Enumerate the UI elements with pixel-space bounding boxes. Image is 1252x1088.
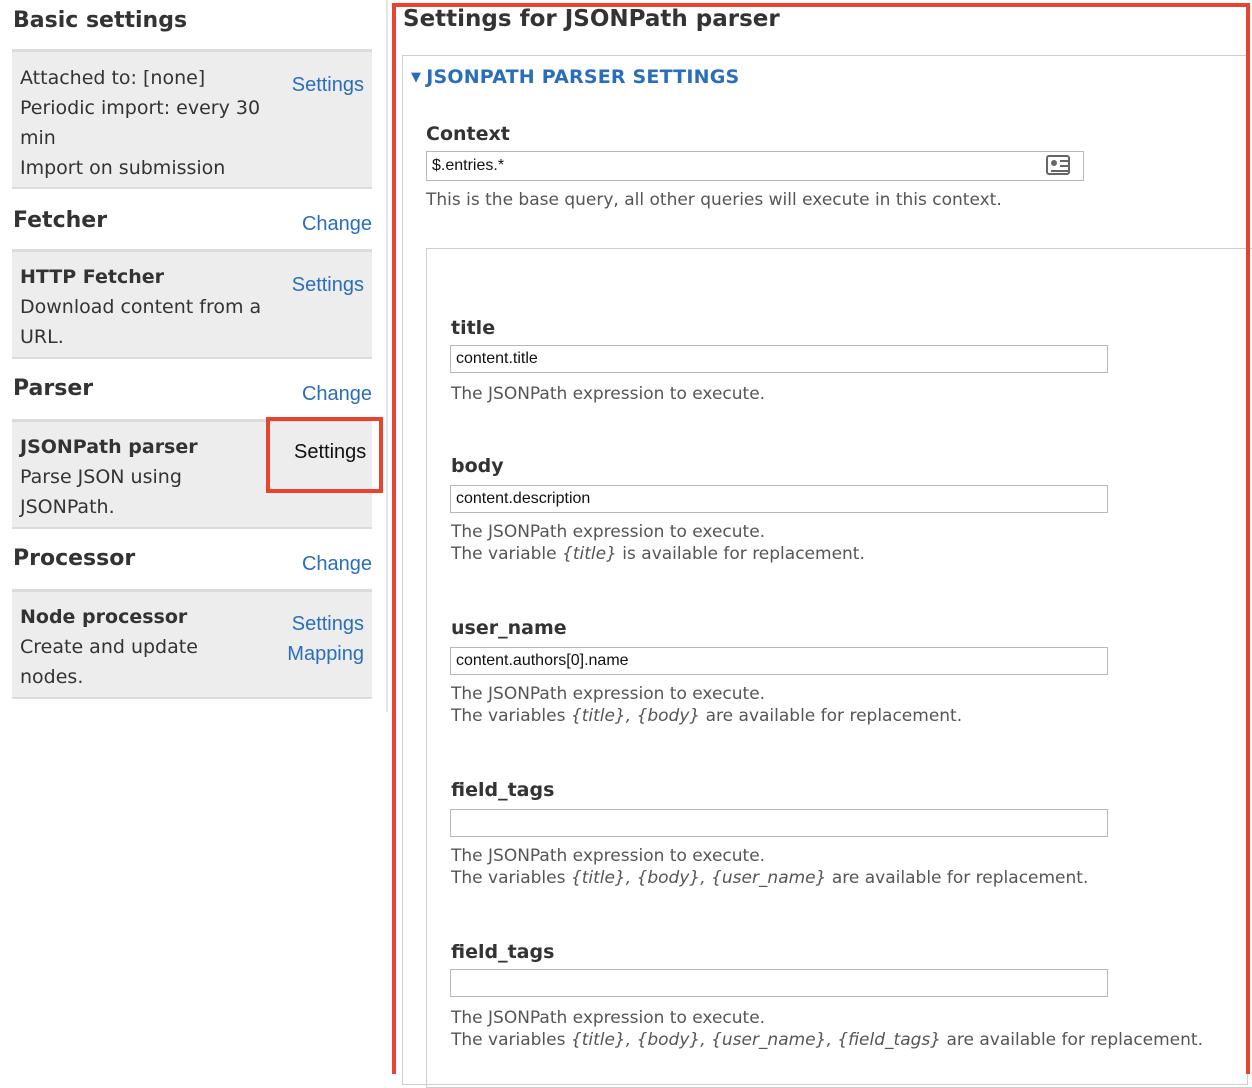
- basic-settings-link[interactable]: Settings: [292, 70, 364, 100]
- fetcher-change-link[interactable]: Change: [302, 213, 372, 236]
- basic-settings-title: Basic settings: [13, 8, 188, 33]
- sidebar-divider: [386, 0, 388, 712]
- sidebar: Basic settings Attached to: [none] Perio…: [0, 0, 388, 1074]
- fetcher-title: Fetcher: [13, 208, 108, 233]
- processor-desc: nodes.: [20, 666, 84, 688]
- processor-change-link[interactable]: Change: [302, 553, 372, 576]
- basic-settings-line: Attached to: [none]: [20, 67, 206, 89]
- fetcher-desc: URL.: [20, 326, 64, 348]
- fetcher-desc: Download content from a: [20, 296, 262, 318]
- basic-settings-line: Import on submission: [20, 157, 226, 179]
- processor-desc: Create and update: [20, 636, 198, 658]
- fetcher-settings-link[interactable]: Settings: [292, 270, 364, 300]
- basic-settings-box: Attached to: [none] Periodic import: eve…: [12, 49, 372, 189]
- processor-box: Node processor Create and update nodes. …: [12, 589, 372, 699]
- fetcher-box: HTTP Fetcher Download content from a URL…: [12, 249, 372, 359]
- fetcher-name: HTTP Fetcher: [20, 266, 165, 288]
- parser-desc: JSONPath.: [20, 496, 115, 518]
- parser-settings-highlight: Settings: [266, 417, 383, 493]
- processor-name: Node processor: [20, 606, 188, 628]
- settings-panel-highlight: [392, 3, 1250, 1074]
- basic-settings-line: min: [20, 127, 56, 149]
- parser-settings-link[interactable]: Settings: [294, 441, 366, 464]
- processor-title: Processor: [13, 546, 136, 571]
- parser-desc: Parse JSON using: [20, 466, 182, 488]
- parser-change-link[interactable]: Change: [302, 383, 372, 406]
- parser-title: Parser: [13, 376, 94, 401]
- parser-name: JSONPath parser: [20, 436, 198, 458]
- processor-mapping-link[interactable]: Mapping: [287, 639, 364, 669]
- basic-settings-line: Periodic import: every 30: [20, 97, 261, 119]
- processor-settings-link[interactable]: Settings: [292, 609, 364, 639]
